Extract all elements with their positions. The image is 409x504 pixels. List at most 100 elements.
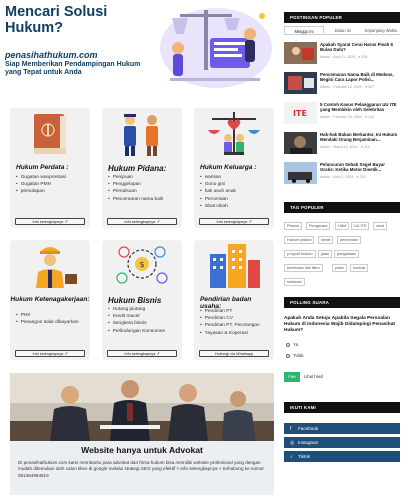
tag-item[interactable]: kontrak — [350, 264, 369, 272]
tag-item[interactable]: kredit — [318, 236, 334, 244]
list-item: Penggelapan — [108, 181, 163, 188]
post-title[interactable]: 5 Contoh Kasus Pelanggaran UU ITE yang M… — [320, 102, 400, 113]
popular-post[interactable]: ITE 5 Contoh Kasus Pelanggaran UU ITE ya… — [284, 102, 400, 126]
popular-post[interactable]: Peluncuran Sebab Segel Buyar Gratis: Ket… — [284, 162, 400, 186]
post-title[interactable]: Pencemaran Nama Baik di Medsos, Begini C… — [320, 72, 400, 83]
list-item: Pencemaran nama baik — [108, 196, 164, 203]
tag-item[interactable]: melanda — [284, 278, 305, 286]
info-button-bisnis[interactable]: Info selengkapnya ↗ — [107, 350, 177, 357]
view-results-link[interactable]: Lihat hasil — [304, 374, 323, 379]
service-card-keluarga: Hukum Keluarga : warisan Gono gini hak a… — [194, 108, 274, 228]
service-title: Hukum Keluarga : — [200, 164, 257, 171]
service-list: PHK Pesangon tidak dibayarkan — [16, 312, 79, 326]
poll-option-ya[interactable]: Ya — [286, 342, 298, 347]
service-list: Hutang piutang Kredit macet Sengketa bis… — [108, 306, 166, 335]
service-card-badan-usaha: Pendirian badan usaha: Pendirian PT Pend… — [194, 240, 274, 360]
tag-item[interactable]: kemitraan hits filem — [284, 264, 323, 272]
svg-text:$: $ — [139, 260, 144, 269]
popular-tabs: Minggu ini Bulan ini Sepanjang Waktu — [284, 26, 400, 35]
facebook-icon: f — [290, 426, 292, 432]
service-card-bisnis: $ Hukum Bisnis Hutang piutang Kredit mac… — [102, 240, 182, 360]
post-meta: Admin · Februari 26, 2024 · ● 243 — [320, 115, 375, 119]
service-list: Penipuan Penggelapan Pemalsuan Pencemara… — [108, 174, 164, 203]
post-title[interactable]: Apakah Syarat Cerai Harus Pisah 6 Bulan … — [320, 42, 400, 53]
popular-post[interactable]: Pencemaran Nama Baik di Medsos, Begini C… — [284, 72, 400, 96]
service-list: Gugatan wanprestasi Gugatan PMH pemutapa… — [16, 174, 66, 196]
post-title[interactable]: Peluncuran Sebab Segel Buyar Gratis: Ket… — [320, 162, 400, 173]
list-item: Perceraian — [200, 196, 236, 203]
service-title: Hukum Perdata : — [16, 164, 69, 171]
list-item: Gono gini — [200, 181, 236, 188]
service-list: Pendirian PT Pendirian CV Pendirian PT. … — [200, 308, 260, 337]
social-label: Facebook — [298, 426, 319, 431]
tag-item[interactable]: cerai — [373, 222, 388, 230]
facebook-button[interactable]: f Facebook — [284, 423, 400, 434]
post-thumbnail: ITE — [284, 102, 317, 124]
social-label: Tiktok — [298, 454, 311, 459]
list-item: Sengketa bisnis — [108, 320, 165, 327]
poll-option-label: Tidak — [293, 353, 304, 358]
instagram-button[interactable]: ◎ Instagram — [284, 437, 400, 448]
post-meta: Admin · Maret 12, 2024 · ● 219 — [320, 145, 370, 149]
post-meta: Admin · Februari 14, 2024 · ● 327 — [320, 85, 375, 89]
tab-sepanjang-waktu[interactable]: Sepanjang Waktu — [362, 26, 400, 34]
advokat-text: Di penasihathukum.com kami membantu para… — [18, 460, 264, 478]
info-button-keluarga[interactable]: Info selengkapnya ↗ — [199, 218, 269, 225]
tag-item[interactable]: jalan — [318, 250, 333, 258]
popular-post[interactable]: Hak-hak Bukan Berkantor, Ini Hukum Menda… — [284, 132, 400, 156]
service-title: Hukum Pidana: — [108, 164, 167, 173]
list-item: Perlindungan Konsumen — [108, 328, 166, 335]
info-button-ketenagakerjaan[interactable]: Info selengkapnya ↗ — [15, 350, 85, 357]
follow-us-heading: IKUTI KAMI — [284, 402, 400, 413]
tiktok-button[interactable]: ♪ Tiktok — [284, 451, 400, 462]
list-item: warisan — [200, 174, 236, 181]
law-book-icon — [34, 114, 66, 154]
list-item: Yayasan & Koperasi — [200, 330, 260, 337]
post-title[interactable]: Hak-hak Bukan Berkantor, Ini Hukum Menda… — [320, 132, 400, 143]
list-item: Penipuan — [108, 174, 163, 181]
list-item: Gugatan wanprestasi — [16, 174, 66, 181]
family-scale-icon — [208, 112, 260, 155]
list-item: Pendirian PT. Perorangan — [200, 322, 260, 329]
tag-item[interactable]: Pengacara — [306, 222, 331, 230]
post-thumbnail — [284, 72, 317, 94]
poll-option-tidak[interactable]: Tidak — [286, 353, 304, 358]
buildings-icon — [210, 244, 260, 288]
hero-title: Mencari Solusi Hukum? — [5, 4, 108, 36]
list-item: Pendirian PT — [200, 308, 260, 315]
radio-icon[interactable] — [286, 342, 290, 347]
radio-icon[interactable] — [286, 353, 290, 358]
tab-minggu-ini[interactable]: Minggu ini — [284, 26, 324, 34]
lawyers-photo — [10, 373, 274, 441]
social-label: Instagram — [298, 440, 319, 445]
popular-tags-heading: TAG POPULER — [284, 202, 400, 213]
list-item: Pesangon tidak dibayarkan — [16, 319, 79, 326]
sidebar: POSTINGAN POPULER Minggu ini Bulan ini S… — [284, 12, 400, 462]
service-title: Hukum Ketenagakerjaan: — [10, 296, 90, 303]
tag-item[interactable]: HAM — [335, 222, 350, 230]
service-card-pidana: Hukum Pidana: Penipuan Penggelapan Pemal… — [102, 108, 182, 228]
tiktok-icon: ♪ — [290, 454, 293, 460]
post-thumbnail — [284, 42, 317, 64]
list-item: Kredit macet — [108, 313, 165, 320]
info-button-pidana[interactable]: Info selengkapnya ↗ — [107, 218, 177, 225]
svg-text:ITE: ITE — [293, 109, 307, 118]
tag-item[interactable]: pengadaan — [334, 250, 360, 258]
hero-site-name: penasihathukum.com — [5, 50, 98, 60]
post-meta: Admin · April 2, 2024 · ● 203 — [320, 175, 366, 179]
tag-item[interactable]: UU ITE — [351, 222, 370, 230]
hero-illustration — [160, 8, 272, 88]
tag-item[interactable]: Hukum pidana — [284, 236, 315, 244]
tag-item[interactable]: p.nyusit hukum — [284, 250, 316, 258]
tag-item[interactable]: perceraian — [337, 236, 361, 244]
popular-post[interactable]: Apakah Syarat Cerai Harus Pisah 6 Bulan … — [284, 42, 400, 66]
list-item: PHK — [16, 312, 79, 319]
service-card-perdata: Hukum Perdata : Gugatan wanprestasi Guga… — [10, 108, 90, 228]
vote-button[interactable]: Pilih — [284, 372, 300, 382]
whatsapp-button[interactable]: Hubungi via Whatsapp — [199, 350, 269, 357]
tag-item[interactable]: Pidana — [284, 222, 302, 230]
tab-bulan-ini[interactable]: Bulan ini — [324, 26, 362, 34]
info-button-perdata[interactable]: Info selengkapnya ↗ — [15, 218, 85, 225]
list-item: Gugatan PMH — [16, 181, 66, 188]
tag-item[interactable]: polisi — [332, 264, 347, 272]
